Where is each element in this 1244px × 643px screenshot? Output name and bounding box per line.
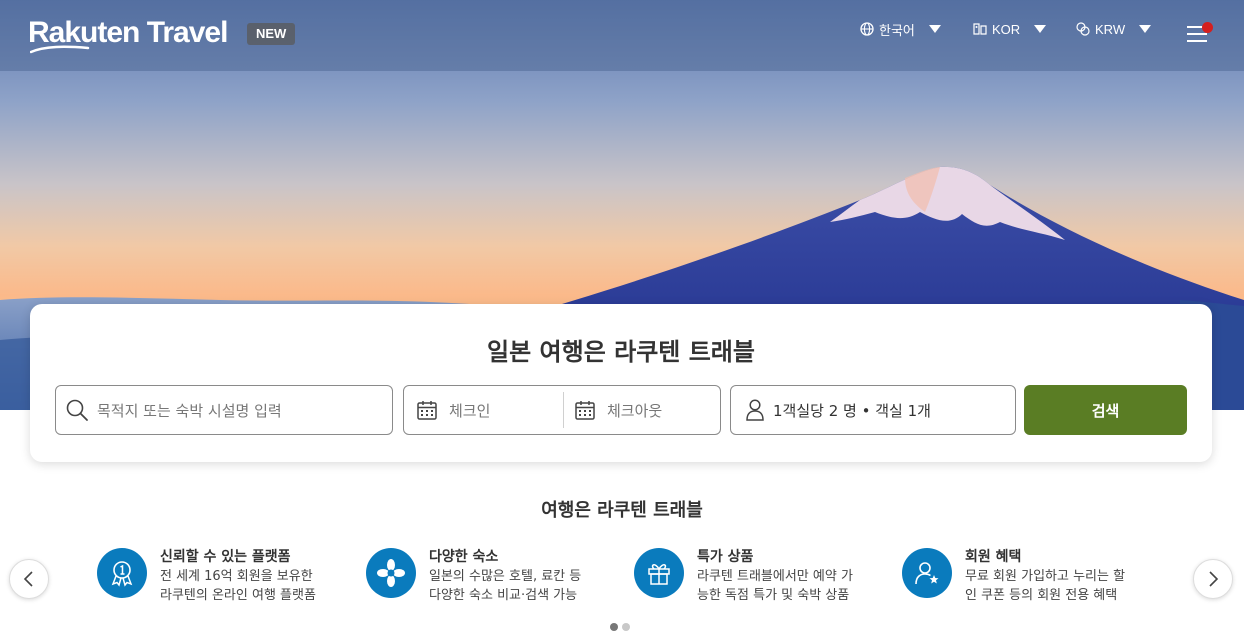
search-card: 일본 여행은 라쿠텐 트래블 목적지 또는 숙박 시설명 입력 체크인 체크아웃… [30,304,1212,462]
feature-title: 다양한 숙소 [429,549,499,565]
feature-item: 다양한 숙소 일본의 수많은 호텔, 료칸 등 다양한 숙소 비교·검색 가능 [366,546,626,606]
notification-dot [1202,22,1213,33]
search-card-title: 일본 여행은 라쿠텐 트래블 [487,338,755,366]
award-medal-icon [97,548,147,598]
member-star-icon [902,548,952,598]
checkin-placeholder: 체크인 [449,401,491,420]
checkin-field[interactable]: 체크인 [404,386,562,434]
language-selector[interactable]: 한국어 [859,20,941,38]
carousel-dot[interactable] [622,623,630,631]
calendar-icon [574,399,596,421]
feature-title: 회원 혜택 [965,549,1022,565]
checkout-field[interactable]: 체크아웃 [562,386,720,434]
feature-item: 회원 혜택 무료 회원 가입하고 누리는 할인 쿠폰 등의 회원 전용 혜택 [902,546,1162,606]
currency-selector[interactable]: KRW [1075,20,1152,38]
search-icon [65,398,89,422]
carousel-prev-button[interactable] [9,559,49,599]
calendar-icon [416,399,438,421]
chevron-right-icon [1209,571,1219,587]
search-button[interactable]: 검색 [1024,385,1187,435]
language-label: 한국어 [879,22,915,38]
date-range-field[interactable]: 체크인 체크아웃 [403,385,721,435]
feature-description: 일본의 수많은 호텔, 료칸 등 다양한 숙소 비교·검색 가능 [429,569,582,603]
logo-swoosh-icon [30,45,90,54]
feature-description: 무료 회원 가입하고 누리는 할인 쿠폰 등의 회원 전용 혜택 [965,569,1126,603]
top-navigation-bar: Rakuten Travel NEW 한국어 KOR KRW [0,0,1244,71]
carousel-dot-active[interactable] [610,623,618,631]
features-section-title: 여행은 라쿠텐 트래블 [541,500,703,521]
feature-title: 신뢰할 수 있는 플랫폼 [160,549,291,565]
region-selector[interactable]: KOR [972,20,1047,38]
carousel-next-button[interactable] [1193,559,1233,599]
chevron-left-icon [23,571,33,587]
chevron-down-icon [1034,25,1047,33]
region-label: KOR [992,21,1021,37]
feature-description: 전 세계 16억 회원을 보유한 라쿠텐의 온라인 여행 플랫폼 [160,569,316,603]
guests-value: 1객실당 2 명 • 객실 1개 [773,401,931,420]
flower-icon [366,548,416,598]
globe-icon [859,21,875,37]
feature-description: 라쿠텐 트래블에서만 예약 가 능한 독점 특가 및 숙박 상품 [697,569,853,603]
guests-rooms-field[interactable]: 1객실당 2 명 • 객실 1개 [730,385,1016,435]
destination-placeholder: 목적지 또는 숙박 시설명 입력 [97,401,282,420]
carousel-pagination [610,623,630,631]
feature-item: 신뢰할 수 있는 플랫폼 전 세계 16억 회원을 보유한 라쿠텐의 온라인 여행… [97,546,357,606]
feature-title: 특가 상품 [697,549,754,565]
feature-item: 특가 상품 라쿠텐 트래블에서만 예약 가 능한 독점 특가 및 숙박 상품 [634,546,894,606]
chevron-down-icon [1139,25,1152,33]
checkout-placeholder: 체크아웃 [607,401,663,420]
currency-label: KRW [1095,21,1126,37]
coins-icon [1075,21,1091,37]
region-flag-icon [972,21,988,37]
destination-field[interactable]: 목적지 또는 숙박 시설명 입력 [55,385,393,435]
new-badge: NEW [247,23,296,45]
chevron-down-icon [928,25,941,33]
gift-icon [634,548,684,598]
person-icon [745,398,765,422]
